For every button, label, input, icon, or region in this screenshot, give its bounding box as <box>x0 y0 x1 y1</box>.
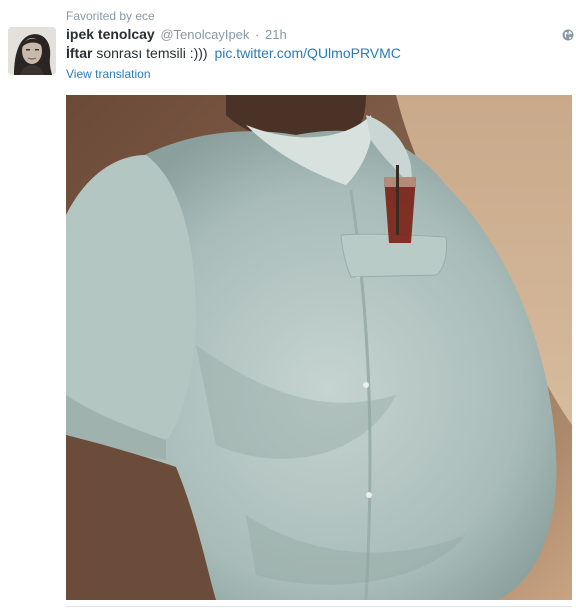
favorited-context[interactable]: Favorited by ece <box>66 8 155 24</box>
tweet-text: İftar sonrası temsili :))) pic.twitter.c… <box>66 44 401 63</box>
view-translation-link[interactable]: View translation <box>66 66 151 82</box>
tweet-username[interactable]: @TenolcayIpek <box>160 27 249 42</box>
tweet-photo[interactable] <box>66 95 572 600</box>
tweet-timestamp[interactable]: 21h <box>265 27 287 42</box>
globe-icon[interactable] <box>562 28 574 41</box>
tweet-text-bold: İftar <box>66 45 93 61</box>
tweet-footer-divider <box>66 606 572 607</box>
tweet-text-rest: sonrası temsili :))) <box>96 45 208 61</box>
tweet-header: ipek tenolcay @TenolcayIpek · 21h <box>66 25 287 44</box>
avatar[interactable] <box>8 27 56 75</box>
media-link[interactable]: pic.twitter.com/QUlmoPRVMC <box>214 45 400 61</box>
tweet-fullname[interactable]: ipek tenolcay <box>66 26 155 42</box>
separator-dot: · <box>255 27 260 42</box>
tweet: Favorited by ece ipek tenolcay @Tenolcay… <box>0 0 576 614</box>
